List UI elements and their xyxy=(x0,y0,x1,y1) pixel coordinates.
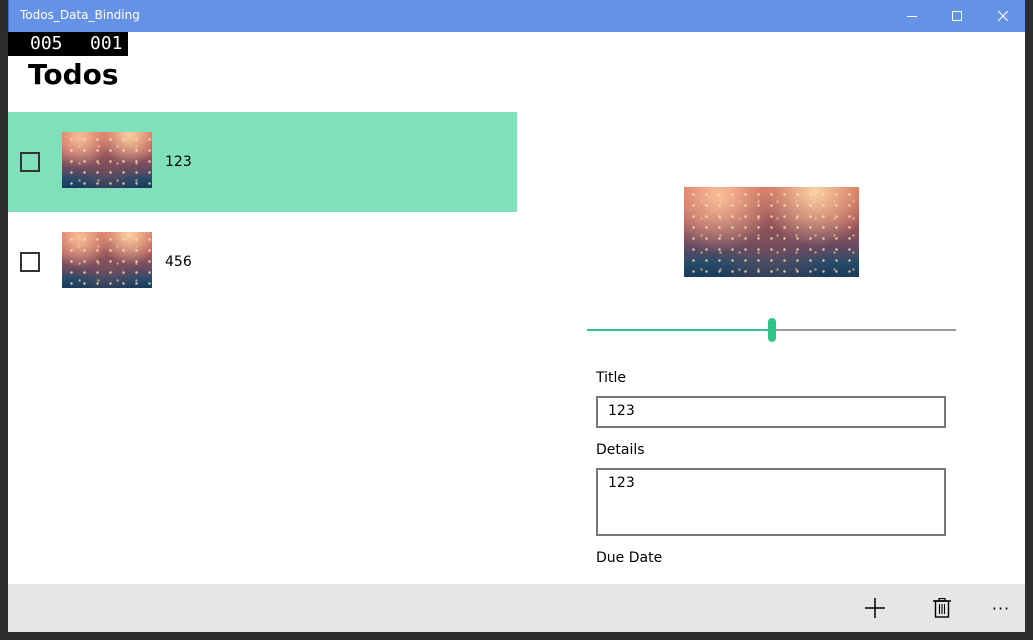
todo-title: 456 xyxy=(165,254,192,270)
due-date-label: Due Date xyxy=(596,550,663,566)
slider-thumb[interactable] xyxy=(768,318,776,342)
ellipsis-icon: ··· xyxy=(991,598,1011,618)
background-right xyxy=(1025,0,1033,640)
todo-checkbox[interactable] xyxy=(20,252,40,272)
slider-track-remaining xyxy=(776,329,956,331)
background-bottom xyxy=(0,632,1033,640)
close-icon xyxy=(998,11,1008,21)
minimize-button[interactable] xyxy=(889,0,935,32)
todo-list-item[interactable]: 456 xyxy=(8,212,517,312)
trash-icon xyxy=(933,598,951,618)
todo-checkbox[interactable] xyxy=(20,152,40,172)
more-button[interactable]: ··· xyxy=(985,592,1017,624)
plus-icon xyxy=(865,598,885,618)
delete-button[interactable] xyxy=(926,592,958,624)
app-content: 005 001 Todos 123 456 Title 123 Details … xyxy=(8,32,1025,584)
todo-title: 123 xyxy=(165,154,192,170)
image-size-slider[interactable] xyxy=(587,315,956,345)
window-title: Todos_Data_Binding xyxy=(20,8,140,22)
background-left xyxy=(0,32,8,640)
todo-thumbnail xyxy=(62,132,152,188)
add-button[interactable] xyxy=(859,592,891,624)
app-window: Todos_Data_Binding 005 001 Todos 123 456 xyxy=(0,0,1033,640)
close-button[interactable] xyxy=(980,0,1026,32)
frame-rate-counter: 005 001 xyxy=(8,32,128,56)
todo-thumbnail xyxy=(62,232,152,288)
minimize-icon xyxy=(907,16,917,17)
page-title: Todos xyxy=(28,58,119,91)
title-input[interactable]: 123 xyxy=(596,396,946,428)
details-input[interactable]: 123 xyxy=(596,468,946,536)
command-bar: ··· xyxy=(8,584,1025,632)
details-label: Details xyxy=(596,442,645,458)
title-label: Title xyxy=(596,370,627,386)
maximize-icon xyxy=(952,11,962,21)
counter-left: 005 xyxy=(30,33,63,54)
todo-list-item[interactable]: 123 xyxy=(8,112,517,212)
slider-track-filled xyxy=(587,329,768,331)
detail-image[interactable] xyxy=(684,187,859,277)
counter-right: 001 xyxy=(90,33,123,54)
title-bar[interactable]: Todos_Data_Binding xyxy=(8,0,1025,32)
maximize-button[interactable] xyxy=(934,0,980,32)
